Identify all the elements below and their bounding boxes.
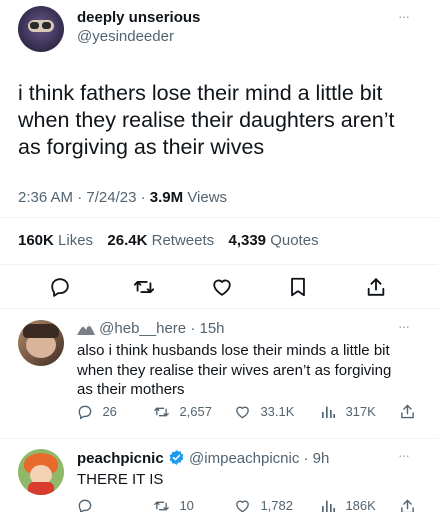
likes-label: Likes (58, 232, 94, 249)
retweets-count: 26.4K (107, 232, 148, 249)
mountain-emoji-icon (77, 321, 95, 339)
display-name[interactable]: deeply unserious (77, 9, 200, 26)
reply-icon (77, 498, 93, 512)
avatar-peachpicnic[interactable] (18, 449, 64, 495)
timestamp-row: 2:36 AM · 7/24/23 · 3.9M Views (18, 189, 227, 206)
retweets-label: Retweets (151, 232, 215, 249)
reply-text: also i think husbands lose their minds a… (77, 341, 435, 400)
tweet-text-line: when they realise their daughters aren’t (18, 108, 395, 132)
like-icon (234, 498, 251, 512)
quotes-count: 4,339 (228, 232, 267, 249)
views-bar-chart-icon (320, 498, 336, 512)
handle[interactable]: @yesindeeder (77, 28, 174, 45)
views-count: 3.9M (149, 189, 184, 206)
retweet-icon (153, 404, 170, 420)
reply-time[interactable]: · 15h (190, 320, 224, 337)
reply-button[interactable]: 26 (77, 403, 117, 421)
avatar-deeply-unserious[interactable] (18, 6, 64, 52)
tweet-text: i think fathers lose their mind a little… (18, 80, 433, 161)
bookmark-icon[interactable] (288, 276, 308, 298)
views-label: Views (187, 189, 228, 206)
reply-icon[interactable] (49, 276, 71, 298)
avatar-heb-here[interactable] (18, 320, 64, 366)
like-count: 1,782 (260, 498, 293, 512)
share-icon[interactable] (399, 403, 416, 420)
quotes-stat[interactable]: 4,339 Quotes (228, 232, 318, 249)
more-icon[interactable]: ··· (398, 318, 410, 334)
more-icon[interactable]: ··· (398, 447, 410, 463)
separator: · (77, 189, 83, 206)
share-icon[interactable] (365, 276, 387, 298)
reply-text-line: when they realise their wives aren’t as … (77, 361, 392, 379)
reply-display-name[interactable]: peachpicnic (77, 450, 164, 467)
reply-count: 26 (102, 404, 117, 420)
like-icon (234, 404, 251, 420)
views-count: 317K (345, 404, 376, 420)
divider (0, 308, 438, 309)
retweet-icon (153, 498, 170, 512)
views-button[interactable]: 186K (320, 498, 376, 512)
share-icon[interactable] (399, 498, 416, 512)
separator: · (140, 189, 146, 206)
tweet-stats-row: 160K Likes 26.4K Retweets 4,339 Quotes (18, 232, 319, 249)
views-count: 186K (345, 498, 376, 512)
like-count: 33.1K (260, 404, 295, 420)
retweet-icon[interactable] (132, 276, 156, 298)
reply-action-bar: 26 2,657 33.1K 317K (77, 403, 427, 425)
retweet-count: 10 (179, 498, 194, 512)
retweet-button[interactable]: 10 (153, 498, 194, 512)
like-icon[interactable] (210, 276, 234, 298)
tweet-date[interactable]: 7/24/23 (86, 189, 136, 206)
retweets-stat[interactable]: 26.4K Retweets (107, 232, 218, 249)
reply-text-line: as their mothers (77, 381, 185, 398)
like-button[interactable]: 33.1K (234, 403, 294, 421)
quotes-label: Quotes (270, 232, 319, 249)
reply-handle[interactable]: @impeachpicnic (189, 450, 299, 467)
reply-handle[interactable]: @heb__here (99, 320, 186, 337)
divider (0, 217, 438, 218)
reply-time[interactable]: · 9h (304, 450, 330, 467)
views-button[interactable]: 317K (320, 403, 376, 421)
views-bar-chart-icon (320, 404, 336, 420)
tweet-text-line: i think fathers lose their mind a little… (18, 81, 383, 105)
like-button[interactable]: 1,782 (234, 498, 293, 512)
reply-button[interactable] (77, 498, 93, 512)
reply-header: peachpicnic @impeachpicnic · 9h (77, 449, 329, 467)
retweet-count: 2,657 (179, 404, 212, 420)
reply-icon (77, 404, 93, 420)
tweet-text-line: as forgiving as their wives (18, 135, 265, 159)
retweet-button[interactable]: 2,657 (153, 403, 212, 421)
reply-text-line: also i think husbands lose their minds a… (77, 342, 390, 359)
more-icon[interactable]: ··· (398, 8, 410, 24)
likes-count: 160K (18, 232, 54, 249)
reply-header: @heb__here · 15h (77, 320, 225, 339)
divider (0, 264, 438, 265)
reply-action-bar: 10 1,782 186K (77, 498, 427, 512)
verified-badge-icon (168, 449, 185, 466)
tweet-time[interactable]: 2:36 AM (18, 189, 73, 206)
divider (0, 438, 438, 439)
reply-text: THERE IT IS (77, 470, 163, 490)
reply-text-line: THERE IT IS (77, 471, 164, 488)
likes-stat[interactable]: 160K Likes (18, 232, 97, 249)
